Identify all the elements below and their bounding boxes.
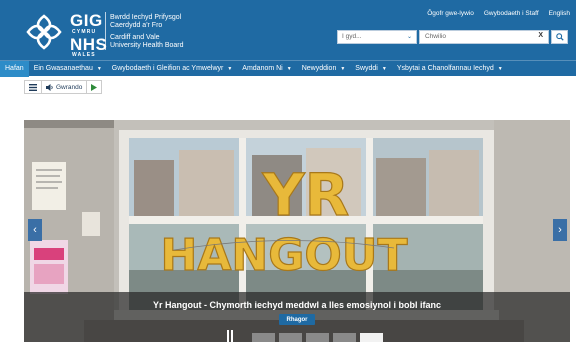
nav-label: Newyddion [301,65,337,72]
org-name-welsh: Bwrdd Iechyd Prifysgol Caerdydd a'r Fro [110,14,181,30]
chevron-down-icon: ⌄ [406,34,412,40]
org-english-line-2: University Health Board [110,42,184,49]
chevron-left-icon: ‹ [33,224,37,236]
site-header: GIG CYMRU NHS WALES Bwrdd Iechyd Prifysg… [0,0,576,60]
menu-icon [29,83,37,91]
top-links: Ōgofr gwe-lywio Gwybodaeth i Staff Engli… [427,10,570,17]
search-input[interactable]: Chwilio X [419,30,549,44]
listen-menu-button[interactable] [25,81,42,93]
org-english-line-1: Cardiff and Vale [110,34,160,41]
nav-item-hospitals[interactable]: Ysbytai a Chanolfannau Iechyd ▼ [392,61,508,77]
caret-down-icon: ▼ [497,65,503,72]
nhs-wales-wordmark: GIG CYMRU NHS WALES [70,12,107,58]
read-more-button[interactable]: Rhagor [279,314,315,325]
slide-indicator-4[interactable] [333,333,356,342]
balloon-text-yr: YR [262,161,350,229]
speaker-icon [46,83,53,91]
nav-item-home[interactable]: Hafan [0,60,29,77]
english-language-link[interactable]: English [549,10,570,17]
search-scope-value: I gyd... [342,33,362,40]
balloon-text-hangout: HANGOUT [161,230,408,281]
nav-label: Ein Gwasanaethau [33,65,93,72]
nav-item-our-services[interactable]: Ein Gwasanaethau ▼ [29,61,107,77]
carousel-caption: Yr Hangout - Chymorth iechyd meddwl a ll… [24,292,570,342]
nav-item-patient-visitor-info[interactable]: Gwybodaeth i Gleifion ac Ymwelwyr ▼ [107,61,237,77]
caret-down-icon: ▼ [381,65,387,72]
nav-label: Amdanom Ni [242,65,283,72]
nav-item-about-us[interactable]: Amdanom Ni ▼ [237,61,296,77]
slide-indicator-2[interactable] [279,333,302,342]
search-scope-select[interactable]: I gyd... ⌄ [337,30,417,44]
search-icon [555,33,564,41]
listen-button[interactable]: Gwrando [42,81,88,93]
carousel-indicators [252,333,383,342]
chevron-right-icon: › [558,224,562,236]
carousel-prev-button[interactable]: ‹ [28,219,42,241]
caret-down-icon: ▼ [96,65,102,72]
slide-indicator-1[interactable] [252,333,275,342]
pause-bar [231,330,233,342]
listen-label: Gwrando [56,83,83,91]
caret-down-icon: ▼ [286,65,292,72]
skip-nav-link[interactable]: Ōgofr gwe-lywio [427,10,474,17]
slide-indicator-3[interactable] [306,333,329,342]
org-name-english: Cardiff and Vale University Health Board [110,34,184,50]
clear-search-button[interactable]: X [538,32,543,39]
nhs-wales-logo-icon[interactable] [22,10,66,54]
search-placeholder: Chwilio [425,33,446,40]
pause-bar [227,330,229,342]
listen-toolbar: Gwrando [24,80,103,94]
play-button[interactable] [87,81,101,93]
logo-gig: GIG [70,11,103,30]
main-navigation: Hafan Ein Gwasanaethau ▼ Gwybodaeth i Gl… [0,60,576,77]
listen-label-wrap: Gwrando [46,83,83,91]
logo-nhs: NHS [70,35,108,54]
nav-item-news[interactable]: Newyddion ▼ [297,61,351,77]
staff-info-link[interactable]: Gwybodaeth i Staff [484,10,539,17]
nav-item-jobs[interactable]: Swyddi ▼ [350,61,392,77]
caret-down-icon: ▼ [340,65,346,72]
pause-button[interactable] [227,330,233,342]
org-welsh-line-2: Caerdydd a'r Fro [110,22,163,29]
slide-title: Yr Hangout - Chymorth iechyd meddwl a ll… [152,300,442,310]
nav-label: Ysbytai a Chanolfannau Iechyd [396,65,494,72]
carousel-next-button[interactable]: › [553,219,567,241]
logo-divider [105,12,106,50]
org-welsh-line-1: Bwrdd Iechyd Prifysgol [110,14,182,21]
play-icon [91,83,98,91]
nav-label: Gwybodaeth i Gleifion ac Ymwelwyr [111,65,224,72]
caret-down-icon: ▼ [227,65,233,72]
nav-label: Swyddi [355,65,378,72]
hero-carousel: YR HANGOUT ‹ › Yr Hangout - Chymorth iec… [24,120,570,342]
nav-label: Hafan [5,65,24,72]
search-button[interactable] [551,30,568,44]
slide-indicator-5[interactable] [360,333,383,342]
